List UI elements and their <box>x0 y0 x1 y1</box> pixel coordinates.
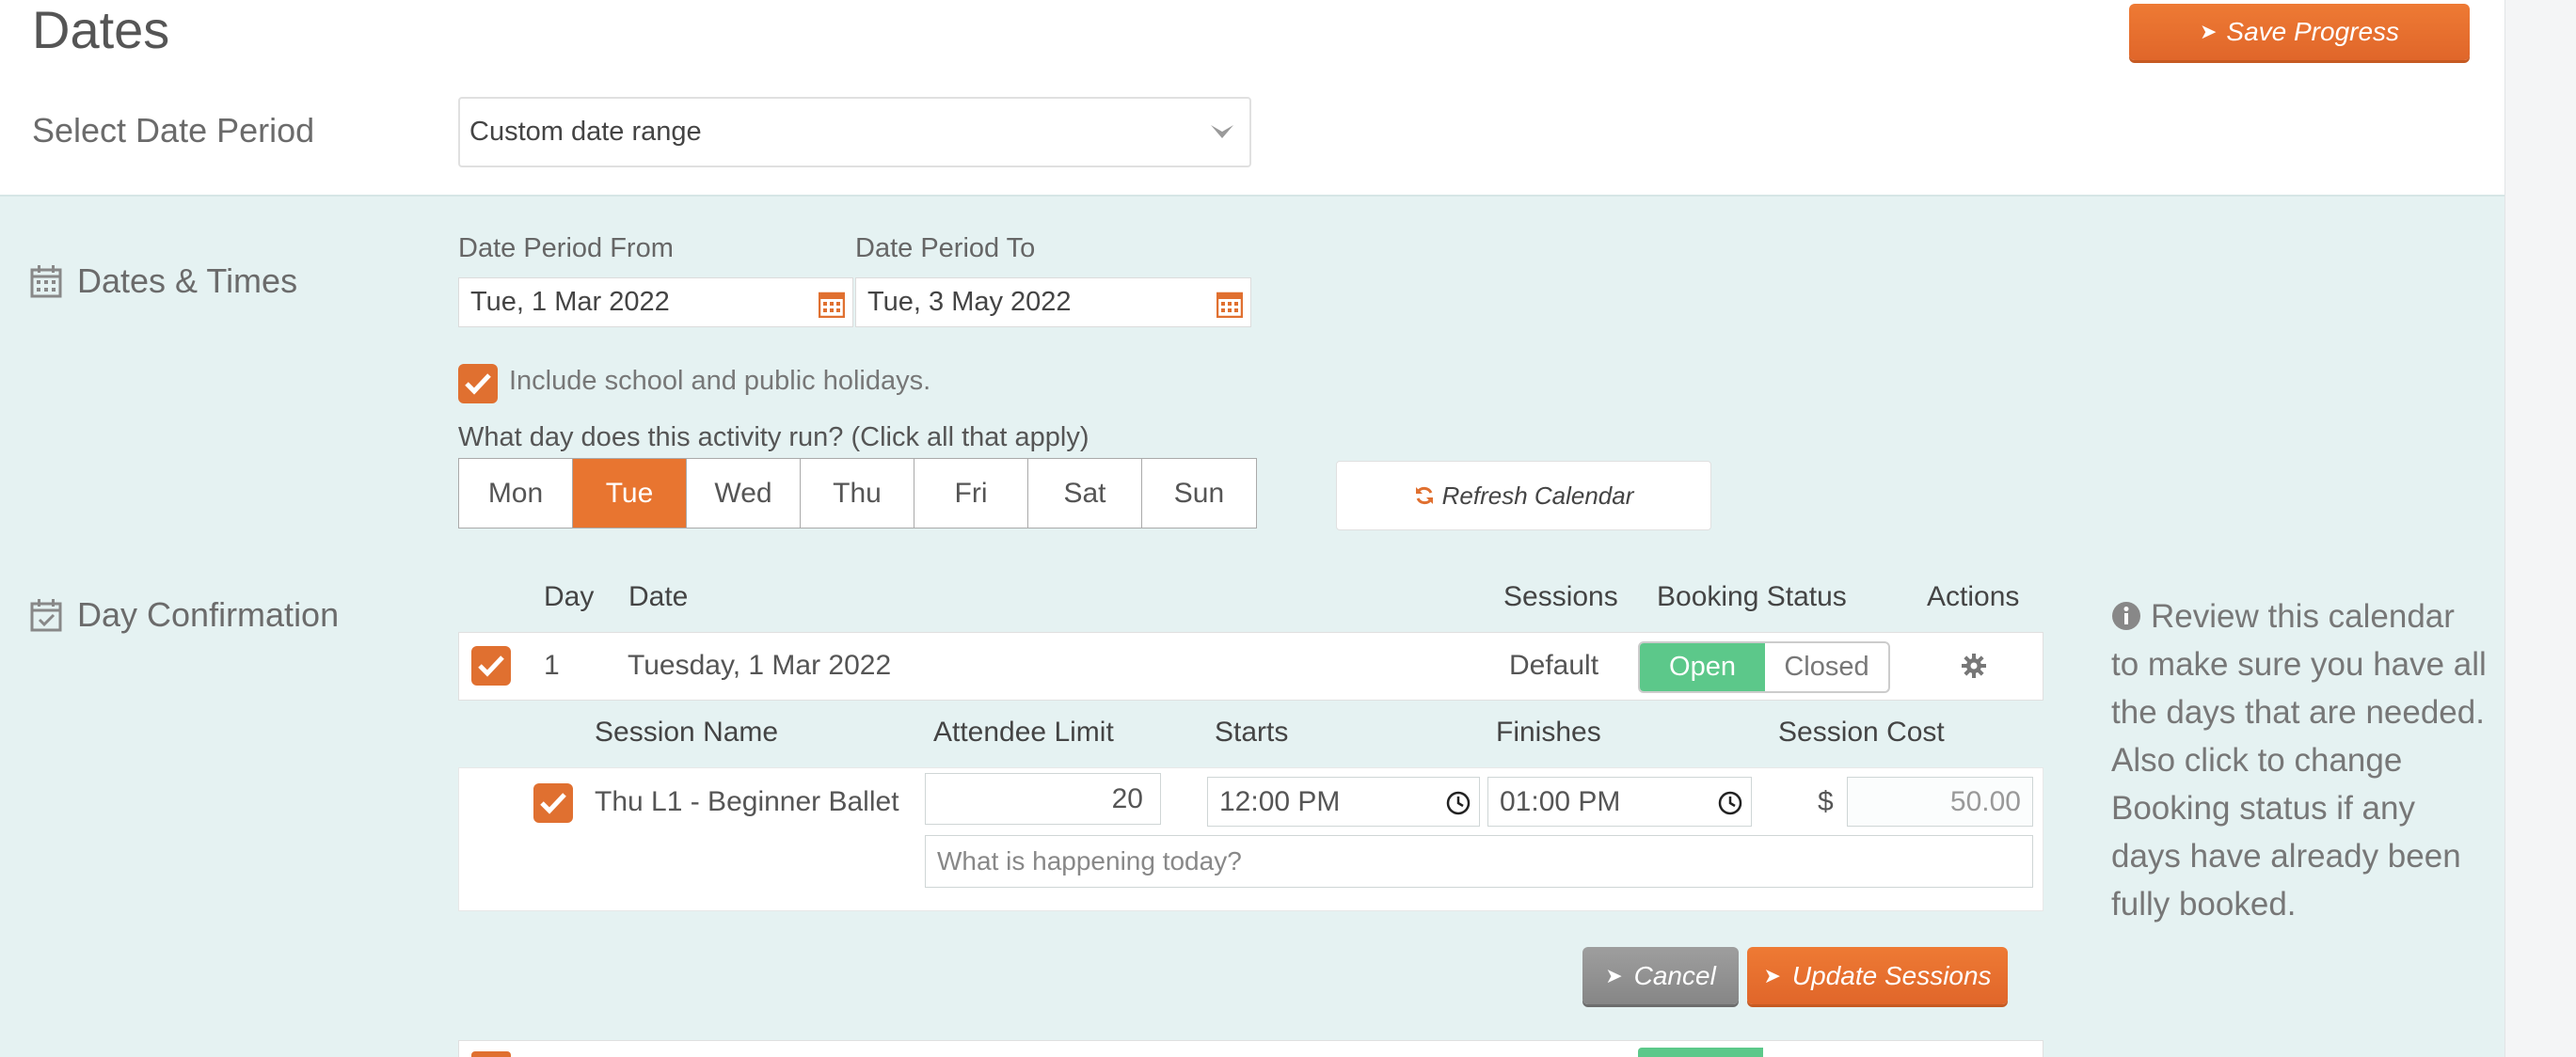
session-cost-input[interactable]: 50.00 <box>1847 777 2033 827</box>
session-column-cost: Session Cost <box>1778 717 1945 748</box>
session-column-starts: Starts <box>1215 717 1289 748</box>
refresh-calendar-label: Refresh Calendar <box>1441 481 1634 510</box>
date-to-label: Date Period To <box>855 233 1036 263</box>
dates-times-label: Dates & Times <box>77 261 298 300</box>
session-name: Thu L1 - Beginner Ballet <box>595 786 899 817</box>
cancel-label: Cancel <box>1633 960 1716 990</box>
column-header-day: Day <box>544 581 595 612</box>
update-sessions-label: Update Sessions <box>1791 960 1992 990</box>
refresh-icon <box>1415 486 1433 505</box>
currency-symbol: $ <box>1818 786 1834 817</box>
finish-time-input[interactable]: 01:00 PM <box>1487 777 1752 827</box>
date-period-select[interactable]: Custom date range <box>458 97 1251 167</box>
column-header-actions: Actions <box>1927 581 2020 612</box>
include-holidays-label: Include school and public holidays. <box>509 366 931 396</box>
info-text: Review this calendar to make sure you ha… <box>2111 598 2487 923</box>
day-button-sun[interactable]: Sun <box>1142 459 1256 528</box>
day-button-sat[interactable]: Sat <box>1028 459 1142 528</box>
checkmark-icon <box>540 793 566 814</box>
day-row-checkbox[interactable] <box>471 646 511 686</box>
status-open-button[interactable]: Open <box>1640 643 1765 691</box>
save-progress-label: Save Progress <box>2226 17 2400 46</box>
refresh-calendar-button[interactable]: Refresh Calendar <box>1336 461 1711 530</box>
day-sessions[interactable]: Default <box>1509 650 1598 682</box>
calendar-icon <box>30 265 62 298</box>
info-icon <box>2112 602 2140 630</box>
column-header-booking-status: Booking Status <box>1657 581 1847 612</box>
gear-icon[interactable] <box>1961 653 1987 679</box>
info-note: Review this calendar to make sure you ha… <box>2111 592 2488 928</box>
session-note-input[interactable]: What is happening today? <box>925 835 2033 888</box>
day-button-tue[interactable]: Tue <box>573 459 687 528</box>
session-column-finishes: Finishes <box>1496 717 1601 748</box>
session-checkbox[interactable] <box>533 783 573 823</box>
day-button-wed[interactable]: Wed <box>687 459 801 528</box>
calendar-check-icon <box>30 599 62 632</box>
column-header-date: Date <box>628 581 689 612</box>
next-row-checkbox[interactable] <box>471 1051 511 1057</box>
include-holidays-checkbox[interactable] <box>458 364 498 403</box>
date-to-value: Tue, 3 May 2022 <box>867 287 1072 317</box>
day-confirmation-heading: Day Confirmation <box>30 595 339 635</box>
select-date-period-label: Select Date Period <box>32 111 315 150</box>
date-from-value: Tue, 1 Mar 2022 <box>470 287 670 317</box>
activity-days-question: What day does this activity run? (Click … <box>458 422 1089 452</box>
table-row <box>458 1040 2043 1057</box>
scrollbar[interactable] <box>2504 0 2576 1057</box>
day-date: Tuesday, 1 Mar 2022 <box>628 650 892 681</box>
checkmark-icon <box>465 373 491 395</box>
date-to-input[interactable]: Tue, 3 May 2022 <box>855 277 1251 327</box>
day-button-fri[interactable]: Fri <box>914 459 1028 528</box>
update-sessions-button[interactable]: ➤ Update Sessions <box>1747 947 2008 1004</box>
weekday-selector: Mon Tue Wed Thu Fri Sat Sun <box>458 458 1257 528</box>
calendar-icon[interactable] <box>1216 290 1243 318</box>
status-closed-button[interactable]: Closed <box>1765 643 1888 691</box>
start-time-input[interactable]: 12:00 PM <box>1207 777 1480 827</box>
clock-icon[interactable] <box>1445 790 1471 816</box>
clock-icon[interactable] <box>1717 790 1743 816</box>
page: Dates ➤ Save Progress Select Date Period… <box>0 0 2504 1057</box>
arrow-right-icon: ➤ <box>1605 963 1623 987</box>
day-number: 1 <box>544 650 560 681</box>
dates-times-heading: Dates & Times <box>30 261 297 301</box>
attendee-limit-input[interactable]: 20 <box>925 773 1161 825</box>
session-column-name: Session Name <box>595 717 779 748</box>
day-button-mon[interactable]: Mon <box>459 459 573 528</box>
arrow-right-icon: ➤ <box>2199 20 2218 43</box>
finish-time-value: 01:00 PM <box>1500 785 1621 817</box>
calendar-icon[interactable] <box>819 290 845 318</box>
next-row-status-toggle[interactable] <box>1638 1048 1763 1057</box>
date-from-input[interactable]: Tue, 1 Mar 2022 <box>458 277 853 327</box>
date-period-selected-value: Custom date range <box>469 117 702 147</box>
arrow-right-icon: ➤ <box>1763 963 1781 987</box>
cancel-button[interactable]: ➤ Cancel <box>1582 947 1739 1004</box>
date-from-label: Date Period From <box>458 233 674 263</box>
column-header-sessions: Sessions <box>1503 581 1618 612</box>
save-progress-button[interactable]: ➤ Save Progress <box>2129 4 2470 60</box>
session-column-attendee-limit: Attendee Limit <box>933 717 1114 748</box>
day-button-thu[interactable]: Thu <box>801 459 914 528</box>
start-time-value: 12:00 PM <box>1219 785 1341 817</box>
chevron-down-icon <box>1211 125 1233 138</box>
day-confirmation-label: Day Confirmation <box>77 595 340 634</box>
checkmark-icon <box>478 655 504 677</box>
booking-status-toggle: Open Closed <box>1638 641 1890 693</box>
page-title: Dates <box>32 0 170 59</box>
